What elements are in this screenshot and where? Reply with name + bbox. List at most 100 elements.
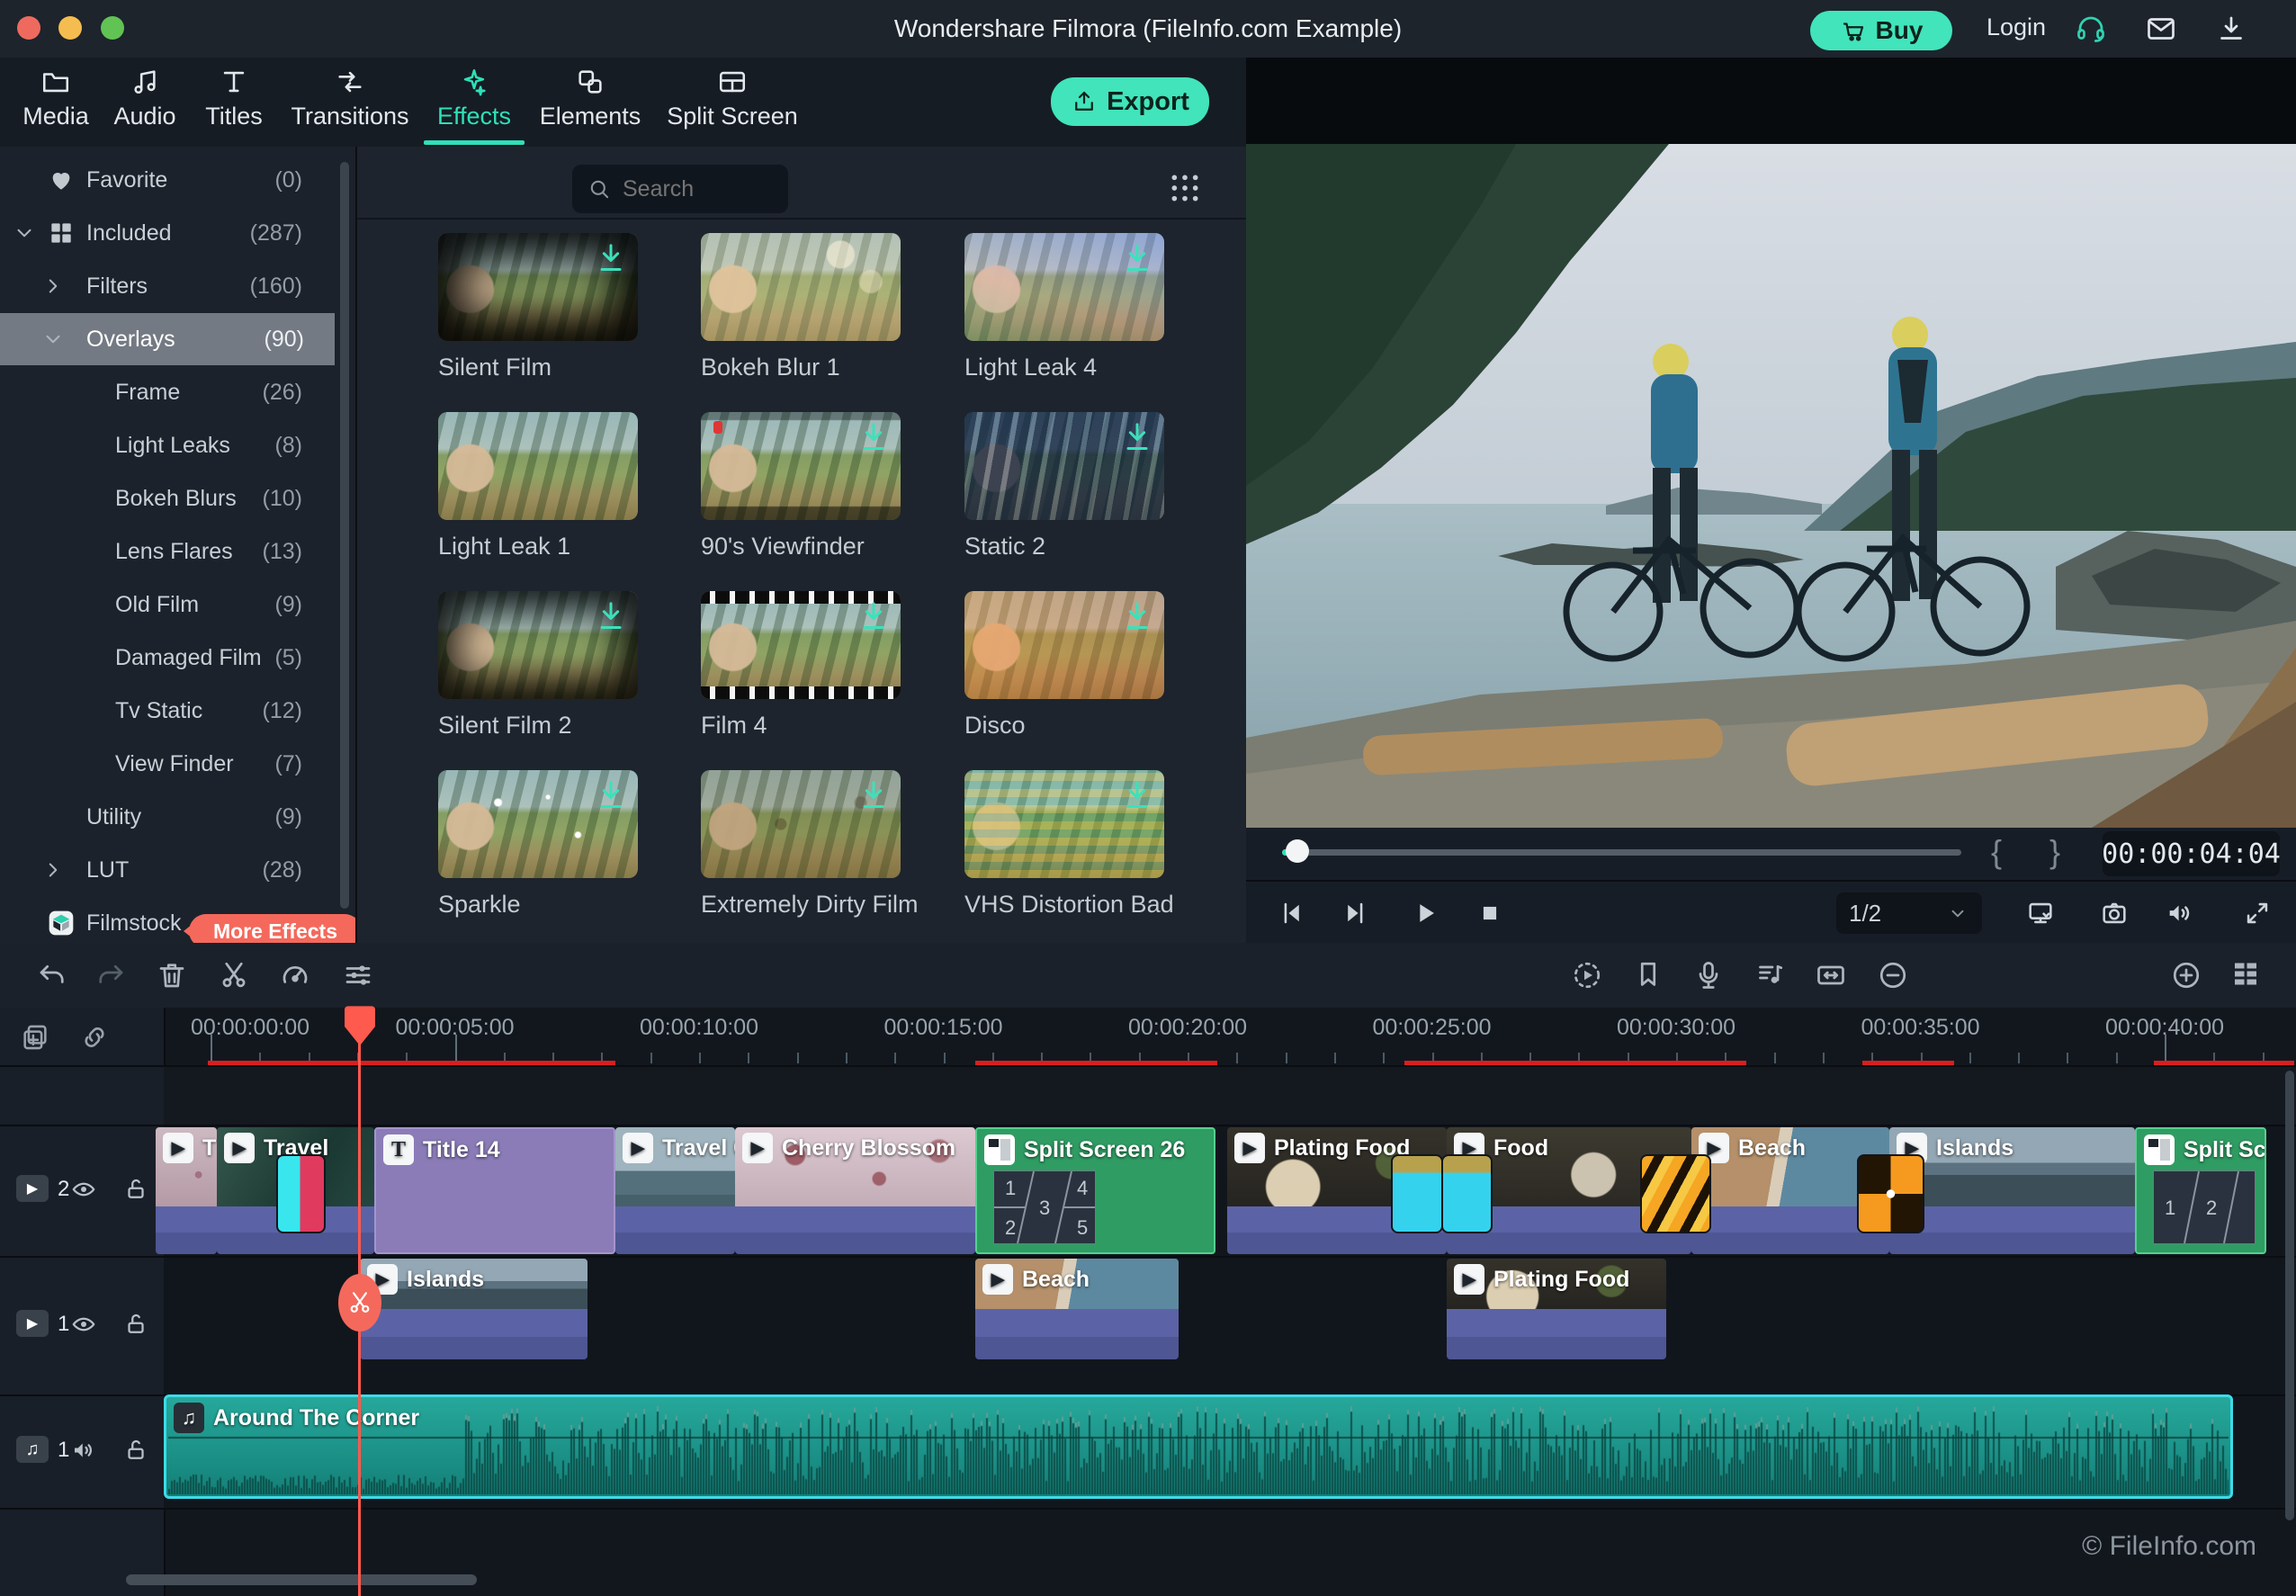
effect-thumbnail[interactable] (438, 233, 638, 341)
link-icon[interactable] (79, 1022, 110, 1053)
speed-icon[interactable] (279, 959, 311, 991)
effect-thumbnail[interactable] (438, 591, 638, 699)
eye-icon[interactable] (70, 1176, 97, 1203)
eye-icon[interactable] (70, 1311, 97, 1338)
clip-t[interactable]: ▶T (156, 1127, 217, 1254)
previous-frame-button[interactable] (1277, 898, 1307, 928)
download-effect-icon[interactable] (856, 777, 892, 813)
sidebar-item-filters[interactable]: Filters(160) (0, 260, 333, 312)
track-type-tile[interactable]: ▶ (16, 1175, 49, 1202)
stop-button[interactable] (1475, 898, 1505, 928)
buy-button[interactable]: Buy (1810, 11, 1952, 50)
speaker-icon[interactable] (70, 1437, 97, 1464)
lock-open-icon[interactable] (122, 1437, 149, 1464)
export-button[interactable]: Export (1051, 77, 1209, 126)
download-effect-icon[interactable] (1119, 777, 1155, 813)
effect-thumbnail[interactable] (438, 770, 638, 878)
effect-thumbnail[interactable] (701, 591, 901, 699)
timeline-ruler[interactable]: 00:00:00:0000:00:05:0000:00:10:0000:00:1… (164, 1008, 2296, 1067)
sidebar-item-utility[interactable]: Utility(9) (0, 791, 333, 843)
effect-item-static-2[interactable]: Static 2 (964, 412, 1164, 560)
download-effect-icon[interactable] (856, 598, 892, 634)
delete-icon[interactable] (156, 959, 188, 991)
tab-split-screen[interactable]: Split Screen (665, 67, 800, 130)
effect-thumbnail[interactable] (964, 412, 1164, 520)
seek-handle[interactable] (1286, 839, 1309, 863)
track-type-tile[interactable]: ▶ (16, 1310, 49, 1337)
sidebar-item-bokeh-blurs[interactable]: Bokeh Blurs(10) (0, 472, 333, 525)
effect-item-vhs-distortion-bad[interactable]: VHS Distortion Bad (964, 770, 1164, 919)
transition-diamond[interactable] (1857, 1154, 1924, 1233)
tab-elements[interactable]: Elements (523, 67, 658, 130)
search-input[interactable] (621, 175, 768, 203)
clip-split-scre[interactable]: Split Scre12 (2135, 1127, 2266, 1254)
split-icon[interactable] (218, 959, 250, 991)
effect-thumbnail[interactable] (701, 233, 901, 341)
mini-screen-icon[interactable] (2025, 898, 2056, 928)
chevron-right-icon[interactable] (41, 858, 65, 882)
effect-item-light-leak-1[interactable]: Light Leak 1 (438, 412, 638, 560)
download-effect-icon[interactable] (1119, 240, 1155, 276)
headset-icon[interactable] (2075, 13, 2107, 45)
marker-icon[interactable] (1632, 959, 1664, 991)
redo-icon[interactable] (94, 959, 127, 991)
tab-titles[interactable]: Titles (166, 67, 301, 130)
clip-islands[interactable]: ▶Islands (360, 1259, 587, 1359)
mark-out-icon[interactable]: } (2049, 833, 2060, 871)
chevron-down-icon[interactable] (13, 221, 36, 245)
effect-thumbnail[interactable] (701, 770, 901, 878)
snapshot-icon[interactable] (2099, 898, 2130, 928)
fit-timeline-icon[interactable] (1815, 959, 1847, 991)
chevron-right-icon[interactable] (41, 274, 65, 298)
sidebar-item-overlays[interactable]: Overlays(90) (0, 313, 335, 365)
sidebar-item-favorite[interactable]: Favorite(0) (0, 154, 333, 206)
sidebar-item-view-finder[interactable]: View Finder(7) (0, 738, 333, 790)
effect-thumbnail[interactable] (438, 412, 638, 520)
sidebar-item-filmstock[interactable]: Filmstock (0, 897, 333, 949)
effect-item-silent-film[interactable]: Silent Film (438, 233, 638, 381)
effect-thumbnail[interactable] (701, 412, 901, 520)
clip-islands[interactable]: ▶Islands (1889, 1127, 2135, 1254)
sidebar-scrollbar[interactable] (340, 162, 349, 909)
download-effect-icon[interactable] (593, 777, 629, 813)
fullscreen-icon[interactable] (2242, 898, 2273, 928)
clip-beach[interactable]: ▶Beach (975, 1259, 1179, 1359)
effect-thumbnail[interactable] (964, 233, 1164, 341)
download-icon[interactable] (2215, 13, 2247, 45)
transition-colorbars[interactable] (276, 1154, 326, 1233)
download-effect-icon[interactable] (856, 419, 892, 455)
split-clip-button[interactable] (338, 1274, 381, 1331)
sidebar-item-light-leaks[interactable]: Light Leaks(8) (0, 419, 333, 471)
download-effect-icon[interactable] (1119, 598, 1155, 634)
mixer-icon[interactable] (1753, 959, 1786, 991)
download-effect-icon[interactable] (593, 598, 629, 634)
effect-item-90-s-viewfinder[interactable]: 90's Viewfinder (701, 412, 901, 560)
adjust-icon[interactable] (342, 959, 374, 991)
lock-open-icon[interactable] (122, 1176, 149, 1203)
seek-bar[interactable] (1282, 849, 1961, 856)
zoom-out-icon[interactable] (1877, 959, 1909, 991)
lock-open-icon[interactable] (122, 1311, 149, 1338)
sidebar-item-tv-static[interactable]: Tv Static(12) (0, 685, 333, 737)
timeline-vertical-scrollbar[interactable] (2285, 1071, 2294, 1520)
effect-item-film-4[interactable]: Film 4 (701, 591, 901, 740)
download-effect-icon[interactable] (1119, 419, 1155, 455)
sidebar-item-damaged-film[interactable]: Damaged Film(5) (0, 632, 333, 684)
clip-travel-0[interactable]: ▶Travel 0 (615, 1127, 735, 1254)
clip-title-14[interactable]: TTitle 14 (374, 1127, 615, 1254)
mark-in-icon[interactable]: { (1991, 833, 2002, 871)
playhead-pin[interactable] (345, 1006, 375, 1047)
clip-cherry-blossom[interactable]: ▶Cherry Blossom (735, 1127, 975, 1254)
download-effect-icon[interactable] (593, 240, 629, 276)
sidebar-item-lens-flares[interactable]: Lens Flares(13) (0, 525, 333, 578)
sidebar-item-old-film[interactable]: Old Film(9) (0, 578, 333, 631)
next-frame-button[interactable] (1340, 898, 1370, 928)
sidebar-item-lut[interactable]: LUT(28) (0, 844, 333, 896)
effect-item-silent-film-2[interactable]: Silent Film 2 (438, 591, 638, 740)
effect-item-sparkle[interactable]: Sparkle (438, 770, 638, 919)
tab-effects[interactable]: Effects (407, 67, 542, 130)
effect-item-bokeh-blur-1[interactable]: Bokeh Blur 1 (701, 233, 901, 381)
render-preview-icon[interactable] (1571, 959, 1603, 991)
clip-split-screen-26[interactable]: Split Screen 2612345 (975, 1127, 1215, 1254)
transition-cyan[interactable] (1391, 1154, 1443, 1233)
